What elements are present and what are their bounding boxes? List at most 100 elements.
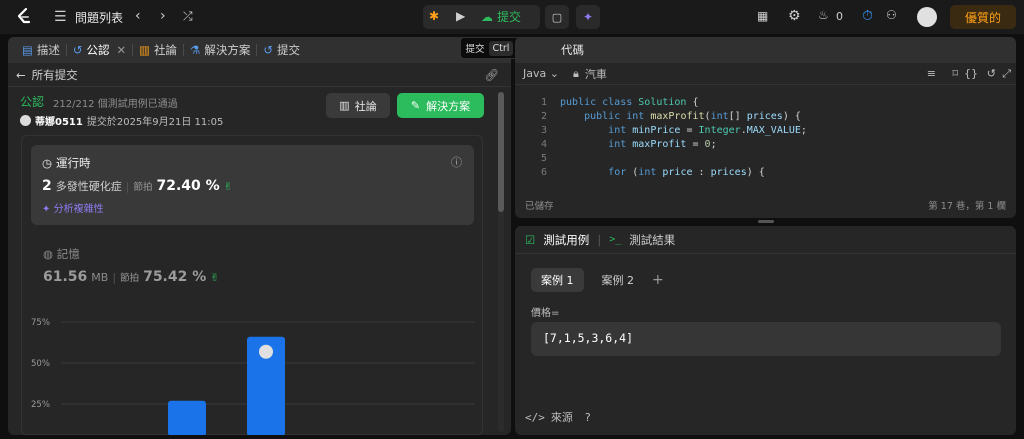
next-problem-icon[interactable]: › [160,8,166,24]
history-icon: ↺ [263,43,273,57]
tab-testcase[interactable]: 測試用例 [543,232,589,248]
close-icon[interactable]: ✕ [117,43,127,57]
runtime-title: ◷ 運行時 [42,156,91,170]
memory-title[interactable]: ◍ 記憶 [43,246,80,262]
distribution-chart: 75% 50% 25% [31,318,475,435]
run-submit-group: ✱ ▶ ☁ 提交 [423,5,540,29]
clap-icon: ✌ [223,180,233,193]
code-toolbar: Java ⌄ 🔒︎ 汽車 ≡ ⌑ {} ↺ ⤢ [515,63,1016,85]
layout-grid-icon[interactable]: ▦ [757,9,768,23]
param-label: 價格= [531,308,560,319]
edit-icon: ✎ [410,99,421,112]
back-to-submissions[interactable]: ← 所有提交 🔗︎ [8,63,511,87]
reset-icon[interactable]: ↺ [987,67,996,80]
avatar[interactable] [917,7,937,27]
case-2-tab[interactable]: 案例 2 [592,268,645,292]
tab-accepted[interactable]: ↺ 公認 ✕ [67,42,132,58]
chart-ytick-label: 75% [31,318,50,328]
premium-button[interactable]: 優質的 [950,5,1016,29]
clap-icon: ✌ [210,271,220,284]
language-select[interactable]: Java ⌄ [523,67,559,80]
submit-label: 提交 [497,10,522,24]
param-input[interactable]: [7,1,5,3,6,4] [531,322,1001,356]
ai-assist-button[interactable]: ✦ [576,5,600,29]
runtime-value: 2 多發性硬化症 | 節拍 72.40 % ✌ [42,178,233,194]
expand-icon[interactable]: ⤢ [1002,67,1011,81]
book-icon: ▥ [339,99,350,112]
memory-value: 61.56 MB | 節拍 75.42 % ✌ [43,269,220,285]
fire-icon[interactable]: ♨ [818,8,829,22]
terminal-icon: >_ [609,234,622,245]
runtime-box[interactable]: ◷ 運行時 ⓘ 2 多發性硬化症 | 節拍 72.40 % ✌ ✦ 分析複雜性 [31,145,474,225]
chart-ytick-label: 50% [31,359,50,369]
submitted-time: 提交於2025年9月21日 11:05 [86,117,224,128]
prev-problem-icon[interactable]: ‹ [135,8,141,24]
submit-button[interactable]: ☁ 提交 [481,8,521,25]
case-1-tab[interactable]: 案例 1 [531,268,584,292]
code-editor[interactable]: 1 public class Solution { 2 public int m… [515,97,1005,185]
code-line: int maxProfit = 0; [608,139,717,150]
timer-icon[interactable]: ⏱ [862,8,873,24]
analyze-complexity-link[interactable]: ✦ 分析複雜性 [42,200,104,215]
problem-list-icon[interactable]: ☰ [54,9,67,25]
username[interactable]: 蒂娜0511 [35,113,83,128]
link-icon[interactable]: 🔗︎ [484,68,499,82]
chart-ytick-label: 25% [31,400,50,410]
add-case-icon[interactable]: + [652,272,664,288]
sparkle-icon: ✦ [42,204,51,215]
source-link[interactable]: </> 來源 ? [525,409,591,425]
shuffle-icon[interactable]: ⤮ [183,9,193,24]
panel-resize-handle[interactable] [758,220,774,223]
saved-status: 已儲存 [525,201,554,212]
code-line: public class Solution { [560,97,699,108]
tab-description[interactable]: ▤ 描述 [16,42,66,58]
submission-panel: ▤ 描述 ↺ 公認 ✕ ▥ 社論 ⚗ 解決方案 ↺ 提交 ← 所有提交 🔗︎ 公… [8,37,511,435]
flask-icon: ⚗ [190,43,201,57]
format-icon[interactable]: ≡ [927,67,936,80]
submission-meta: 蒂娜0511 提交於2025年9月21日 11:05 [20,113,223,128]
code-line: for (int price : prices) { [608,167,765,178]
gear-icon[interactable]: ⚙ [788,8,801,24]
write-solution-button[interactable]: ✎ 解決方案 [397,93,484,118]
arrow-left-icon: ← [16,67,26,82]
code-panel: 代碼 Java ⌄ 🔒︎ 汽車 ≡ ⌑ {} ↺ ⤢ 1 public clas… [515,37,1016,218]
help-icon[interactable]: ? [585,411,591,424]
code-line: int minPrice = Integer.MAX_VALUE; [608,125,807,136]
problem-list-title[interactable]: 問題列表 [75,9,123,26]
performance-card: ◷ 運行時 ⓘ 2 多發性硬化症 | 節拍 72.40 % ✌ ✦ 分析複雜性 [21,135,483,435]
book-icon: ▥ [139,43,151,57]
add-friend-icon[interactable]: ⚇ [886,8,897,22]
bookmark-icon[interactable]: ⌑ [952,67,958,80]
note-icon: ▢ [551,10,563,24]
status-accepted: 公認 [20,95,45,109]
code-icon: </> [525,410,545,424]
tab-code[interactable]: 代碼 [561,42,584,58]
test-panel: ☑ 測試用例 | >_ 測試結果 案例 1 案例 2 + 價格= [7,1,5,… [515,226,1016,435]
history-icon: ↺ [72,43,83,57]
braces-icon[interactable]: {} [964,67,978,80]
tab-solutions[interactable]: ⚗ 解決方案 [184,42,256,58]
run-icon[interactable]: ▶ [456,9,465,23]
tab-submissions[interactable]: ↺ 提交 [257,42,306,58]
editorial-button[interactable]: ▥ 社論 [326,93,390,118]
leetcode-logo-icon[interactable] [14,7,34,27]
debug-icon[interactable]: ✱ [429,9,439,23]
tab-editorial[interactable]: ▥ 社論 [133,42,183,58]
top-bar: ☰ 問題列表 ‹ › ⤮ ✱ ▶ ☁ 提交 ▢ ✦ ▦ ⚙ ♨ 0 ⏱ ⚇ 優質… [0,0,1024,34]
user-avatar[interactable] [20,115,31,126]
pass-info: 212/212 個測試用例已通過 [53,99,178,110]
cursor-position: 第 17 巷，第 1 欄 [928,201,1006,212]
case-tabs: 案例 1 案例 2 + [531,268,664,292]
checkbox-icon: ☑ [525,232,536,247]
clock-icon: ◷ [42,156,53,170]
tab-test-result[interactable]: 測試結果 [629,232,675,248]
autocomplete-mode[interactable]: 汽車 [585,66,607,82]
left-tab-bar: ▤ 描述 ↺ 公認 ✕ ▥ 社論 ⚗ 解決方案 ↺ 提交 [8,37,511,63]
info-icon[interactable]: ⓘ [451,154,462,170]
notes-button[interactable]: ▢ [545,5,569,29]
chart-bar[interactable] [168,400,206,435]
lock-icon: 🔒︎ [572,66,579,80]
scrollbar-thumb[interactable] [498,92,504,212]
left-scrollbar[interactable] [498,92,504,432]
streak-count: 0 [836,10,843,23]
